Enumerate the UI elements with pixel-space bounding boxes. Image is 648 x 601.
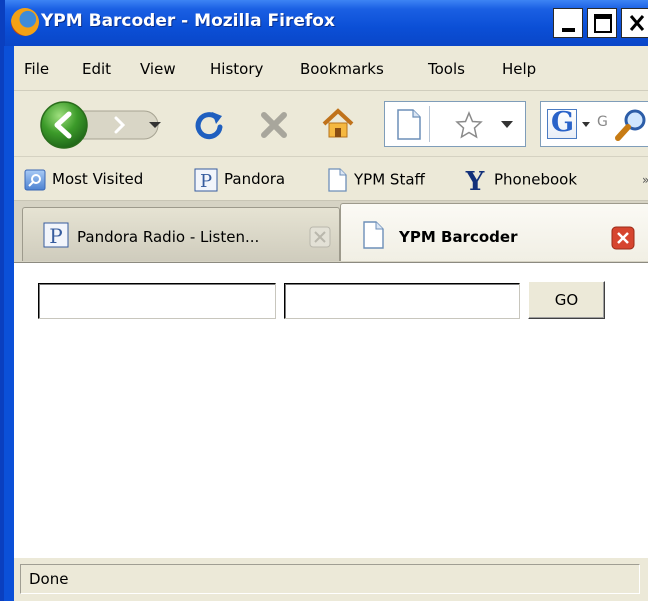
barcode-input-1[interactable] <box>38 283 276 319</box>
tab-close-icon[interactable] <box>309 226 331 248</box>
pandora-icon: P <box>194 168 218 192</box>
home-icon[interactable] <box>318 103 358 143</box>
search-magnifier-icon[interactable] <box>613 106 648 144</box>
menu-bar: File Edit View History Bookmarks Tools H… <box>14 46 648 90</box>
search-placeholder: G <box>597 114 608 130</box>
menu-tools[interactable]: Tools <box>428 60 465 78</box>
navigation-toolbar: G G <box>14 90 648 156</box>
barcode-input-2[interactable] <box>284 283 520 319</box>
menu-bookmarks[interactable]: Bookmarks <box>300 60 384 78</box>
tab-pandora[interactable]: P Pandora Radio - Listen... <box>22 207 340 261</box>
stop-icon[interactable] <box>254 105 294 145</box>
close-button[interactable] <box>621 8 648 38</box>
search-engine-icon[interactable]: G <box>547 107 577 139</box>
back-button[interactable] <box>40 101 88 149</box>
status-text: Done <box>20 564 640 594</box>
menu-file[interactable]: File <box>24 60 49 78</box>
page-content: GO <box>14 262 648 557</box>
page-icon <box>328 168 347 192</box>
title-bar[interactable]: YPM Barcoder - Mozilla Firefox <box>4 0 648 46</box>
bookmarks-overflow-chevron-icon[interactable]: » <box>642 173 648 187</box>
tab-label: YPM Barcoder <box>399 228 518 246</box>
back-forward-group <box>40 101 161 149</box>
window-title: YPM Barcoder - Mozilla Firefox <box>41 11 335 31</box>
maximize-button[interactable] <box>587 8 617 38</box>
bookmark-star-icon[interactable] <box>455 111 483 139</box>
rss-folder-icon <box>24 169 46 190</box>
status-bar: Done <box>14 557 648 601</box>
maximize-icon <box>594 14 612 33</box>
page-icon <box>363 221 384 249</box>
svg-text:Y: Y <box>465 167 485 193</box>
bookmark-most-visited[interactable]: Most Visited <box>24 167 143 191</box>
pandora-icon: P <box>43 222 69 248</box>
menu-history[interactable]: History <box>210 60 263 78</box>
minimize-icon <box>562 28 575 32</box>
address-dropdown-icon[interactable] <box>499 118 515 132</box>
go-button[interactable]: GO <box>528 281 605 319</box>
address-bar[interactable] <box>384 101 526 147</box>
page-favicon-icon <box>397 109 421 140</box>
menu-help[interactable]: Help <box>502 60 536 78</box>
bookmark-ypm-staff[interactable]: YPM Staff <box>326 167 425 192</box>
browser-window: YPM Barcoder - Mozilla Firefox File Edit… <box>0 0 648 601</box>
tab-label: Pandora Radio - Listen... <box>77 228 260 246</box>
tab-close-icon[interactable] <box>611 226 635 250</box>
menu-edit[interactable]: Edit <box>82 60 111 78</box>
tab-ypm-barcoder[interactable]: YPM Barcoder <box>340 203 648 261</box>
menu-view[interactable]: View <box>140 60 176 78</box>
browser-chrome: File Edit View History Bookmarks Tools H… <box>14 46 648 262</box>
search-bar[interactable]: G G <box>540 101 648 147</box>
bookmark-phonebook[interactable]: Y Phonebook <box>462 167 577 193</box>
svg-text:P: P <box>200 171 212 192</box>
bookmark-pandora[interactable]: P Pandora <box>194 167 285 192</box>
svg-text:P: P <box>49 224 62 248</box>
reload-icon[interactable] <box>190 105 230 145</box>
search-engine-dropdown-icon[interactable] <box>581 120 591 130</box>
minimize-button[interactable] <box>553 8 583 38</box>
bookmarks-toolbar: Most Visited P Pandora YPM Staff Y Phone… <box>14 156 648 200</box>
firefox-logo-icon <box>11 8 39 36</box>
tab-strip: P Pandora Radio - Listen... YPM Barcoder <box>14 200 648 262</box>
close-icon <box>629 15 645 31</box>
yale-y-icon: Y <box>465 167 485 193</box>
